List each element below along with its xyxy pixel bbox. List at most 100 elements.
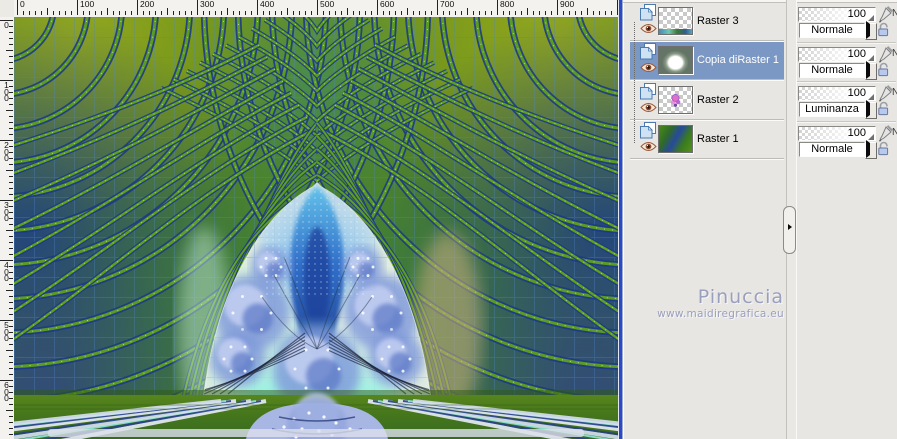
- brush-icon[interactable]: [876, 45, 893, 63]
- ruler-tick: [281, 11, 282, 15]
- ruler-tick: [9, 236, 13, 237]
- ruler-tick: [569, 11, 570, 15]
- ruler-tick: [191, 11, 192, 15]
- h-ruler-label: 0: [20, 0, 25, 9]
- layer-thumbnail[interactable]: [658, 85, 693, 114]
- ruler-tick: [29, 11, 30, 15]
- ruler-tick: [9, 434, 13, 435]
- ruler-tick: [245, 11, 246, 15]
- ruler-tick: [227, 8, 228, 15]
- v-ruler-label: 3 0 0: [4, 200, 9, 223]
- brush-icon[interactable]: [876, 124, 893, 142]
- ruler-tick: [305, 11, 306, 15]
- h-ruler-label: 700: [440, 0, 455, 9]
- opacity-field[interactable]: 100: [798, 46, 876, 62]
- opacity-field[interactable]: 100: [798, 86, 876, 102]
- layer-row[interactable]: Raster 2: [630, 82, 784, 119]
- ruler-tick: [557, 0, 558, 15]
- ruler-tick: [233, 11, 234, 15]
- horizontal-ruler[interactable]: 0 100 200 300 400 500 600 700 800 900: [14, 0, 618, 18]
- ruler-tick: [9, 404, 13, 405]
- blend-mode-select[interactable]: Normale: [799, 62, 865, 78]
- lock-icon[interactable]: [877, 141, 891, 156]
- v-ruler-label: 5 0 0: [4, 320, 9, 343]
- ruler-tick: [383, 11, 384, 15]
- layer-row[interactable]: Raster 1: [630, 121, 784, 158]
- layer-thumbnail[interactable]: [658, 125, 693, 154]
- lock-icon[interactable]: [877, 101, 891, 116]
- layer-thumbnail[interactable]: [658, 46, 693, 75]
- brush-icon[interactable]: [876, 85, 893, 102]
- opacity-field[interactable]: 100: [798, 7, 876, 22]
- ruler-tick: [9, 428, 13, 429]
- ruler-tick: [53, 11, 54, 15]
- opacity-slider-grip[interactable]: [868, 54, 874, 61]
- v-ruler-label: 4 0 0: [4, 260, 9, 283]
- dropdown-arrow-icon: [866, 139, 870, 158]
- layer-name: Raster 1: [697, 133, 739, 146]
- ruler-tick: [257, 0, 258, 15]
- ruler-tick: [269, 11, 270, 15]
- ruler-corner: [0, 0, 15, 18]
- v-ruler-label: 6 0 0: [4, 380, 9, 403]
- vertical-ruler[interactable]: 0 1 0 0 2 0 0 3 0 0 4 0 0 5 0 0 6 0 0: [0, 17, 15, 439]
- visibility-eye-icon[interactable]: [640, 22, 657, 35]
- blend-mode-select[interactable]: Normale: [799, 141, 865, 157]
- opacity-field[interactable]: 100: [798, 125, 876, 141]
- visibility-eye-icon[interactable]: [640, 101, 657, 114]
- ruler-tick: [365, 11, 366, 15]
- blend-dropdown-button[interactable]: [865, 60, 877, 80]
- layer-row[interactable]: Copia diRaster 1: [630, 42, 784, 80]
- visibility-eye-icon[interactable]: [640, 61, 657, 74]
- lock-icon[interactable]: [877, 22, 891, 37]
- ruler-tick: [9, 194, 13, 195]
- ruler-tick: [515, 11, 516, 15]
- image-editor-window: 0 100 200 300 400 500 600 700 800 900 0 1 0 0 2 0 0…: [0, 0, 897, 439]
- layer-type-icon: [640, 4, 657, 21]
- ruler-tick: [563, 11, 564, 15]
- brush-icon[interactable]: [876, 6, 893, 23]
- controls-separator: [797, 120, 896, 123]
- blend-dropdown-button[interactable]: [865, 21, 877, 40]
- ruler-tick: [575, 11, 576, 15]
- cutoff-glyph: N: [892, 8, 897, 19]
- layer-thumbnail[interactable]: [658, 7, 693, 35]
- ruler-tick: [83, 11, 84, 15]
- h-ruler-label: 100: [80, 0, 95, 9]
- opacity-value: 100: [847, 87, 866, 100]
- blend-dropdown-button[interactable]: [865, 100, 877, 120]
- blend-mode-value: Normale: [811, 63, 853, 76]
- ruler-tick: [9, 362, 13, 363]
- ruler-tick: [41, 11, 42, 15]
- canvas-artwork[interactable]: [14, 17, 618, 439]
- opacity-slider-grip[interactable]: [868, 133, 874, 140]
- ruler-tick: [293, 11, 294, 15]
- splitter-collapse-handle[interactable]: [783, 206, 796, 254]
- layer-controls: 100 Luminanza N: [797, 85, 897, 123]
- ruler-tick: [587, 8, 588, 15]
- ruler-tick: [9, 242, 13, 243]
- ruler-tick: [23, 11, 24, 15]
- layer-name: Raster 3: [697, 15, 739, 27]
- lock-icon[interactable]: [877, 62, 891, 77]
- layer-controls: 100 Normale N: [797, 6, 897, 44]
- ruler-tick: [143, 11, 144, 15]
- blend-mode-select[interactable]: Luminanza: [799, 102, 865, 118]
- layer-controls: 100 Normale N: [797, 124, 897, 163]
- h-ruler-label: 800: [500, 0, 515, 9]
- ruler-tick: [215, 11, 216, 15]
- ruler-tick: [9, 374, 13, 375]
- layer-row[interactable]: Raster 3: [630, 3, 784, 40]
- ruler-tick: [131, 11, 132, 15]
- ruler-tick: [197, 0, 198, 15]
- blend-mode-select[interactable]: Normale: [799, 23, 865, 38]
- visibility-eye-icon[interactable]: [640, 140, 657, 153]
- ruler-tick: [251, 11, 252, 15]
- ruler-tick: [353, 11, 354, 15]
- ruler-tick: [401, 11, 402, 15]
- ruler-tick: [485, 11, 486, 15]
- cutoff-glyph: N: [892, 47, 897, 59]
- cutoff-glyph: N: [892, 87, 897, 99]
- blend-dropdown-button[interactable]: [865, 139, 877, 159]
- ruler-tick: [9, 56, 13, 57]
